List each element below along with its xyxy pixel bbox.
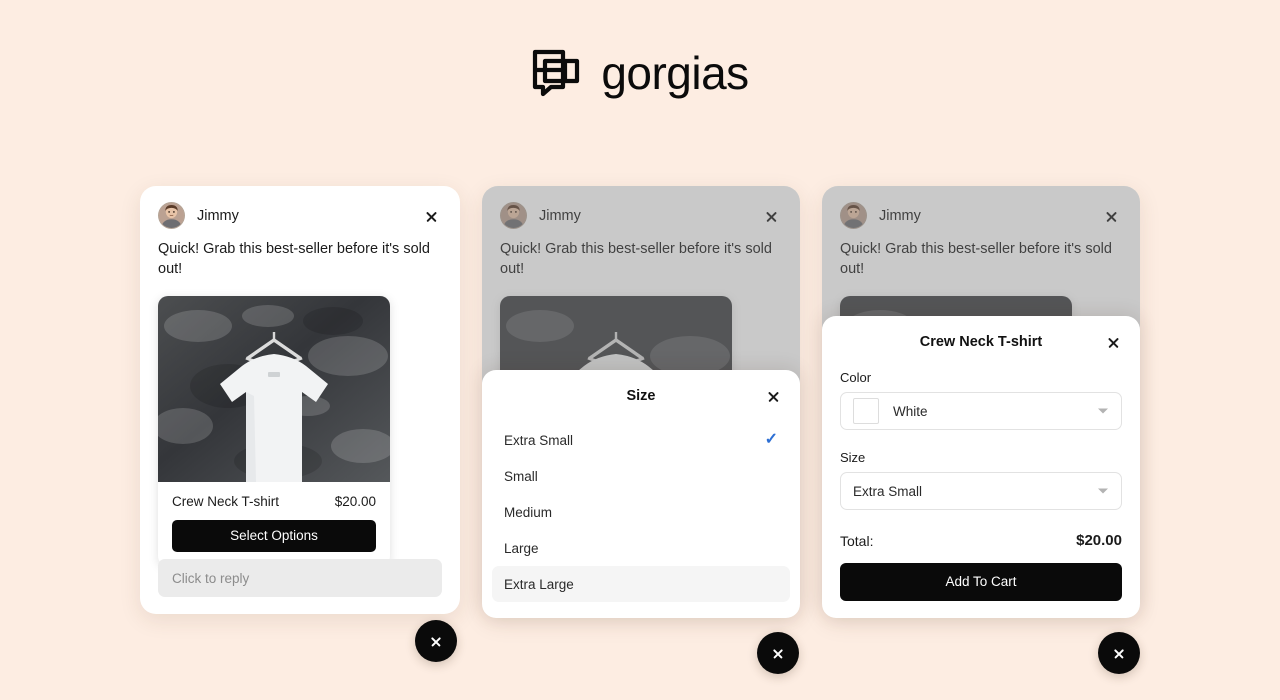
size-option-medium[interactable]: Medium <box>492 494 790 530</box>
close-icon[interactable] <box>762 385 784 407</box>
close-icon <box>430 635 442 647</box>
product-card: Crew Neck T-shirt $20.00 Select Options <box>158 296 390 567</box>
size-option-extra-large[interactable]: Extra Large <box>492 566 790 602</box>
gorgias-chat-squares-logo-icon <box>531 47 583 99</box>
total-label: Total: <box>840 532 874 549</box>
options-form: Color White Size Extra Small Total: $20.… <box>822 370 1140 601</box>
size-modal: Size Extra Small ✓ Small Medium Large Ex… <box>482 370 800 618</box>
size-option-label: Small <box>504 468 538 484</box>
avatar <box>158 202 185 229</box>
chat-launcher-button-2[interactable] <box>757 632 799 674</box>
size-option-small[interactable]: Small <box>492 458 790 494</box>
size-label: Size <box>840 450 866 465</box>
chat-header: Jimmy <box>140 186 460 229</box>
size-option-label: Large <box>504 540 539 556</box>
color-value: White <box>893 403 928 419</box>
close-icon[interactable] <box>1102 331 1124 353</box>
size-option-large[interactable]: Large <box>492 530 790 566</box>
size-option-extra-small[interactable]: Extra Small ✓ <box>492 422 790 458</box>
color-label: Color <box>840 370 872 385</box>
select-options-button[interactable]: Select Options <box>172 520 376 553</box>
size-option-list: Extra Small ✓ Small Medium Large Extra L… <box>482 422 800 602</box>
options-modal-header: Crew Neck T-shirt <box>822 316 1140 368</box>
product-price: $20.00 <box>334 494 376 510</box>
product-image <box>158 296 390 483</box>
brand-name: gorgias <box>601 47 749 99</box>
size-modal-header: Size <box>482 370 800 422</box>
total-row: Total: $20.00 <box>840 532 1122 549</box>
options-modal-title: Crew Neck T-shirt <box>919 334 1043 350</box>
size-select[interactable]: Extra Small <box>840 472 1122 510</box>
agent-name: Jimmy <box>197 207 239 224</box>
close-icon <box>772 647 784 659</box>
close-icon[interactable] <box>420 205 442 227</box>
product-title: Crew Neck T-shirt <box>172 494 280 510</box>
color-select[interactable]: White <box>840 392 1122 430</box>
chat-launcher-button-1[interactable] <box>415 620 457 662</box>
check-icon: ✓ <box>764 431 778 448</box>
size-option-label: Medium <box>504 504 553 520</box>
product-info-row: Crew Neck T-shirt $20.00 <box>158 482 390 509</box>
brand-logo: gorgias <box>0 47 1280 99</box>
reply-placeholder: Click to reply <box>172 570 250 586</box>
chevron-down-icon <box>1098 488 1108 494</box>
page-root: gorgias Jimmy Quick! Grab this best-sell… <box>0 0 1280 700</box>
reply-input[interactable]: Click to reply <box>158 559 442 597</box>
chevron-down-icon <box>1098 408 1108 414</box>
product-options-modal: Crew Neck T-shirt Color White Size Extra… <box>822 316 1140 618</box>
chat-widget-card-1: Jimmy Quick! Grab this best-seller befor… <box>140 186 460 614</box>
size-option-label: Extra Small <box>504 432 574 448</box>
close-icon <box>1113 647 1125 659</box>
size-value: Extra Small <box>853 483 923 499</box>
size-option-label: Extra Large <box>504 576 574 592</box>
chat-launcher-button-3[interactable] <box>1098 632 1140 674</box>
chat-message: Quick! Grab this best-seller before it's… <box>158 241 430 277</box>
color-swatch-icon <box>853 398 879 424</box>
size-modal-title: Size <box>626 388 656 404</box>
total-value: $20.00 <box>1076 532 1122 549</box>
add-to-cart-button[interactable]: Add To Cart <box>840 563 1122 601</box>
